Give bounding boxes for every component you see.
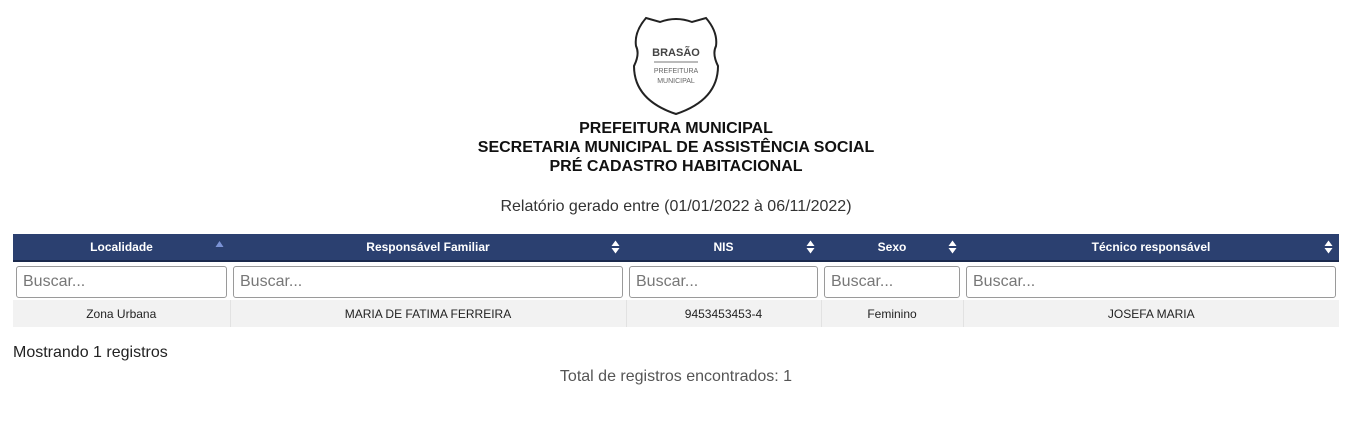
cell-localidade: Zona Urbana xyxy=(13,300,231,327)
filter-tecnico-input[interactable] xyxy=(966,266,1336,298)
shield-icon: BRASÃO PREFEITURA MUNICIPAL xyxy=(632,16,720,116)
filter-nis-input[interactable] xyxy=(629,266,818,298)
showing-count: Mostrando 1 registros xyxy=(13,344,168,361)
table-header-row: Localidade Responsável Familiar NIS Sexo xyxy=(13,234,1339,262)
sort-both-icon[interactable] xyxy=(611,240,620,254)
filter-responsavel-input[interactable] xyxy=(233,266,623,298)
filter-localidade-input[interactable] xyxy=(16,266,227,298)
total-records: Total de registros encontrados: 1 xyxy=(559,368,793,385)
column-header-responsavel[interactable]: Responsável Familiar xyxy=(230,234,626,262)
filter-sexo-input[interactable] xyxy=(824,266,960,298)
organization-header: PREFEITURA MUNICIPAL SECRETARIA MUNICIPA… xyxy=(0,119,1352,176)
crest-title: BRASÃO xyxy=(652,46,700,59)
org-line-cadastro: PRÉ CADASTRO HABITACIONAL xyxy=(549,158,803,175)
cell-tecnico: JOSEFA MARIA xyxy=(963,300,1339,327)
sort-both-icon[interactable] xyxy=(806,240,815,254)
cell-responsavel: MARIA DE FATIMA FERREIRA xyxy=(230,300,627,327)
column-label: NIS xyxy=(713,240,734,254)
sort-both-icon[interactable] xyxy=(948,240,957,254)
cell-sexo: Feminino xyxy=(821,300,964,327)
org-line-secretaria: SECRETARIA MUNICIPAL DE ASSISTÊNCIA SOCI… xyxy=(477,139,875,156)
cell-nis: 9453453453-4 xyxy=(626,300,822,327)
crest-line2: MUNICIPAL xyxy=(657,78,695,85)
column-header-nis[interactable]: NIS xyxy=(626,234,821,262)
crest-line1: PREFEITURA xyxy=(654,68,699,75)
report-date-range: Relatório gerado entre (01/01/2022 à 06/… xyxy=(500,198,852,215)
table-row[interactable]: Zona Urbana MARIA DE FATIMA FERREIRA 945… xyxy=(13,300,1339,327)
column-label: Técnico responsável xyxy=(1091,240,1211,254)
column-header-sexo[interactable]: Sexo xyxy=(821,234,963,262)
column-label: Localidade xyxy=(90,240,153,254)
column-header-tecnico[interactable]: Técnico responsável xyxy=(963,234,1339,262)
sort-ascending-icon[interactable] xyxy=(215,240,224,254)
column-label: Sexo xyxy=(877,240,907,254)
column-label: Responsável Familiar xyxy=(366,240,490,254)
table-filter-row xyxy=(13,261,1339,300)
crest-logo: BRASÃO PREFEITURA MUNICIPAL xyxy=(628,14,724,118)
records-table: Localidade Responsável Familiar NIS Sexo xyxy=(13,234,1339,327)
org-line-prefeitura: PREFEITURA MUNICIPAL xyxy=(579,120,773,137)
sort-both-icon[interactable] xyxy=(1324,240,1333,254)
column-header-localidade[interactable]: Localidade xyxy=(13,234,230,262)
